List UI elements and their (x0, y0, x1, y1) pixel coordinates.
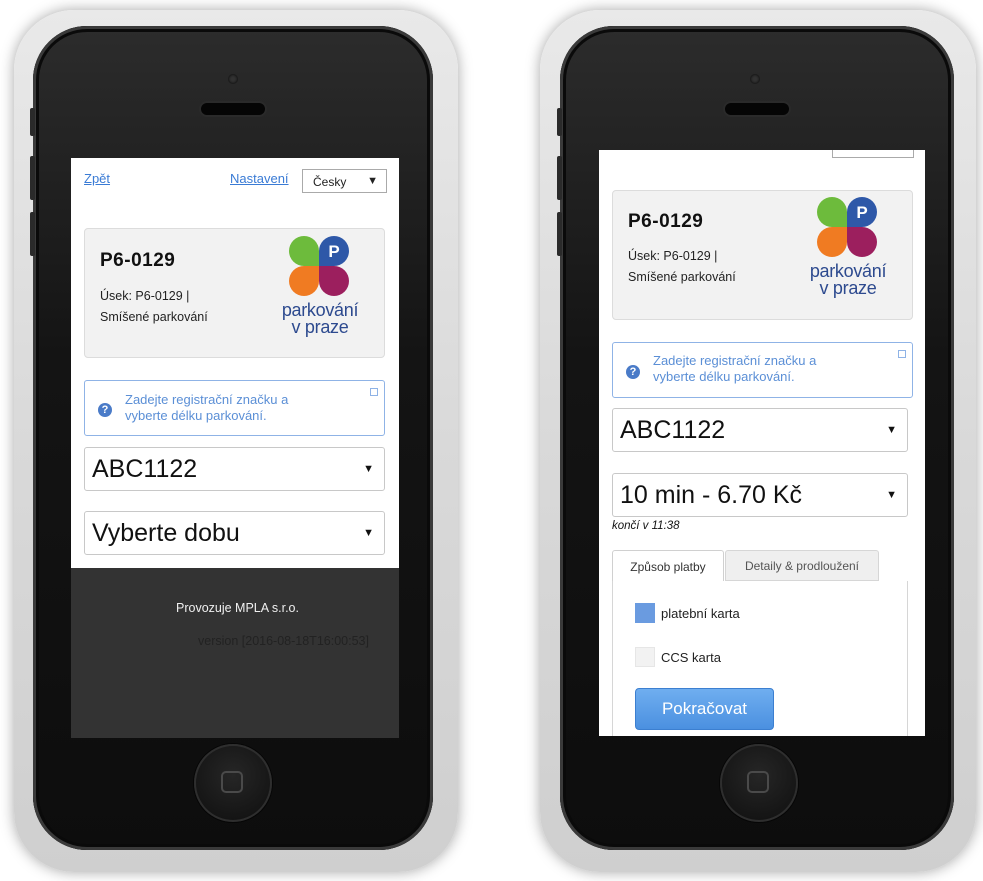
logo-line2: v praze (819, 278, 877, 298)
logo-text: parkování v praze (270, 301, 370, 337)
clover-logo-icon: P (817, 197, 877, 257)
plate-select[interactable]: ABC1122 ▼ (612, 408, 908, 452)
right-home-button[interactable] (720, 744, 798, 822)
tab-details-extension[interactable]: Detaily & prodloužení (725, 550, 879, 581)
clover-logo-icon: P (289, 236, 349, 296)
tab-details-extension-label: Detaily & prodloužení (744, 559, 860, 573)
payment-tab-panel: platební karta CCS karta Pokračovat (612, 581, 908, 736)
left-home-button[interactable] (194, 744, 272, 822)
payment-card-checkbox[interactable] (635, 603, 655, 623)
tab-payment-method[interactable]: Způsob platby (612, 550, 724, 582)
tab-payment-method-label: Způsob platby (630, 560, 706, 574)
logo-line2: v praze (291, 317, 349, 337)
plate-select-value: ABC1122 (620, 416, 726, 444)
language-select-value: Česky (313, 175, 347, 189)
info-alert: ? Zadejte registrační značku a vyberte d… (612, 342, 913, 398)
zone-code: P6-0129 (100, 250, 176, 271)
left-volume-down-button (30, 212, 35, 256)
logo-p-badge: P (856, 203, 867, 222)
chevron-down-icon: ▼ (363, 463, 374, 475)
chevron-down-icon: ▼ (886, 424, 897, 436)
home-square-icon (221, 771, 243, 793)
ccs-card-checkbox[interactable] (635, 647, 655, 667)
plate-select[interactable]: ABC1122 ▼ (84, 447, 385, 491)
duration-select[interactable]: Vyberte dobu ▼ (84, 511, 385, 555)
language-select-edge[interactable] (832, 150, 914, 158)
right-front-camera (750, 74, 760, 84)
zone-section: Úsek: P6-0129 | (100, 289, 190, 303)
plate-select-value: ABC1122 (92, 455, 198, 483)
logo-text: parkování v praze (798, 262, 898, 298)
info-line1: Zadejte registrační značku a (125, 392, 289, 407)
duration-select-value: Vyberte dobu (92, 519, 240, 547)
payment-card-label: platební karta (661, 606, 740, 621)
right-volume-up-button (557, 156, 562, 200)
right-mute-switch (557, 108, 562, 136)
right-earpiece-speaker (725, 103, 789, 115)
zone-card: P6-0129 Úsek: P6-0129 | Smíšené parkován… (612, 190, 913, 320)
operator-text: Provozuje MPLA s.r.o. (176, 601, 299, 615)
parkovani-v-praze-logo: P parkování v praze (270, 236, 370, 346)
close-alert-icon[interactable] (370, 388, 378, 396)
info-message: Zadejte registrační značku a vyberte dél… (653, 353, 816, 385)
question-circle-icon: ? (626, 365, 640, 379)
end-time-text: končí v 11:38 (612, 520, 680, 532)
close-alert-icon[interactable] (898, 350, 906, 358)
logo-p-badge: P (328, 242, 339, 261)
parkovani-v-praze-logo: P parkování v praze (798, 197, 898, 307)
left-earpiece-speaker (201, 103, 265, 115)
zone-code: P6-0129 (628, 211, 704, 232)
right-volume-down-button (557, 212, 562, 256)
right-screen: P6-0129 Úsek: P6-0129 | Smíšené parkován… (599, 150, 925, 736)
duration-select[interactable]: 10 min - 6.70 Kč ▼ (612, 473, 908, 517)
page-footer: Provozuje MPLA s.r.o. version [2016-08-1… (71, 568, 399, 738)
ccs-card-label: CCS karta (661, 650, 721, 665)
continue-button[interactable]: Pokračovat (635, 688, 774, 730)
left-mute-switch (30, 108, 35, 136)
info-line1: Zadejte registrační značku a (653, 353, 817, 368)
info-message: Zadejte registrační značku a vyberte dél… (125, 392, 288, 424)
home-square-icon (747, 771, 769, 793)
zone-section: Úsek: P6-0129 | (628, 249, 718, 263)
chevron-down-icon: ▼ (363, 527, 374, 539)
duration-select-value: 10 min - 6.70 Kč (620, 481, 803, 509)
zone-type: Smíšené parkování (628, 270, 736, 284)
settings-link[interactable]: Nastavení (230, 171, 289, 186)
language-select[interactable]: Česky ▼ (302, 169, 387, 193)
left-front-camera (228, 74, 238, 84)
question-circle-icon: ? (98, 403, 112, 417)
back-link[interactable]: Zpět (84, 171, 110, 186)
chevron-down-icon: ▼ (367, 175, 378, 187)
info-line2: vyberte délku parkování. (125, 408, 267, 423)
chevron-down-icon: ▼ (886, 489, 897, 501)
version-text: version [2016-08-18T16:00:53] (198, 634, 369, 648)
left-screen: Zpět Nastavení Česky ▼ P6-0129 Úsek: P6-… (71, 158, 399, 738)
info-alert: ? Zadejte registrační značku a vyberte d… (84, 380, 385, 436)
zone-type: Smíšené parkování (100, 310, 208, 324)
left-volume-up-button (30, 156, 35, 200)
zone-card: P6-0129 Úsek: P6-0129 | Smíšené parkován… (84, 228, 385, 358)
info-line2: vyberte délku parkování. (653, 369, 795, 384)
